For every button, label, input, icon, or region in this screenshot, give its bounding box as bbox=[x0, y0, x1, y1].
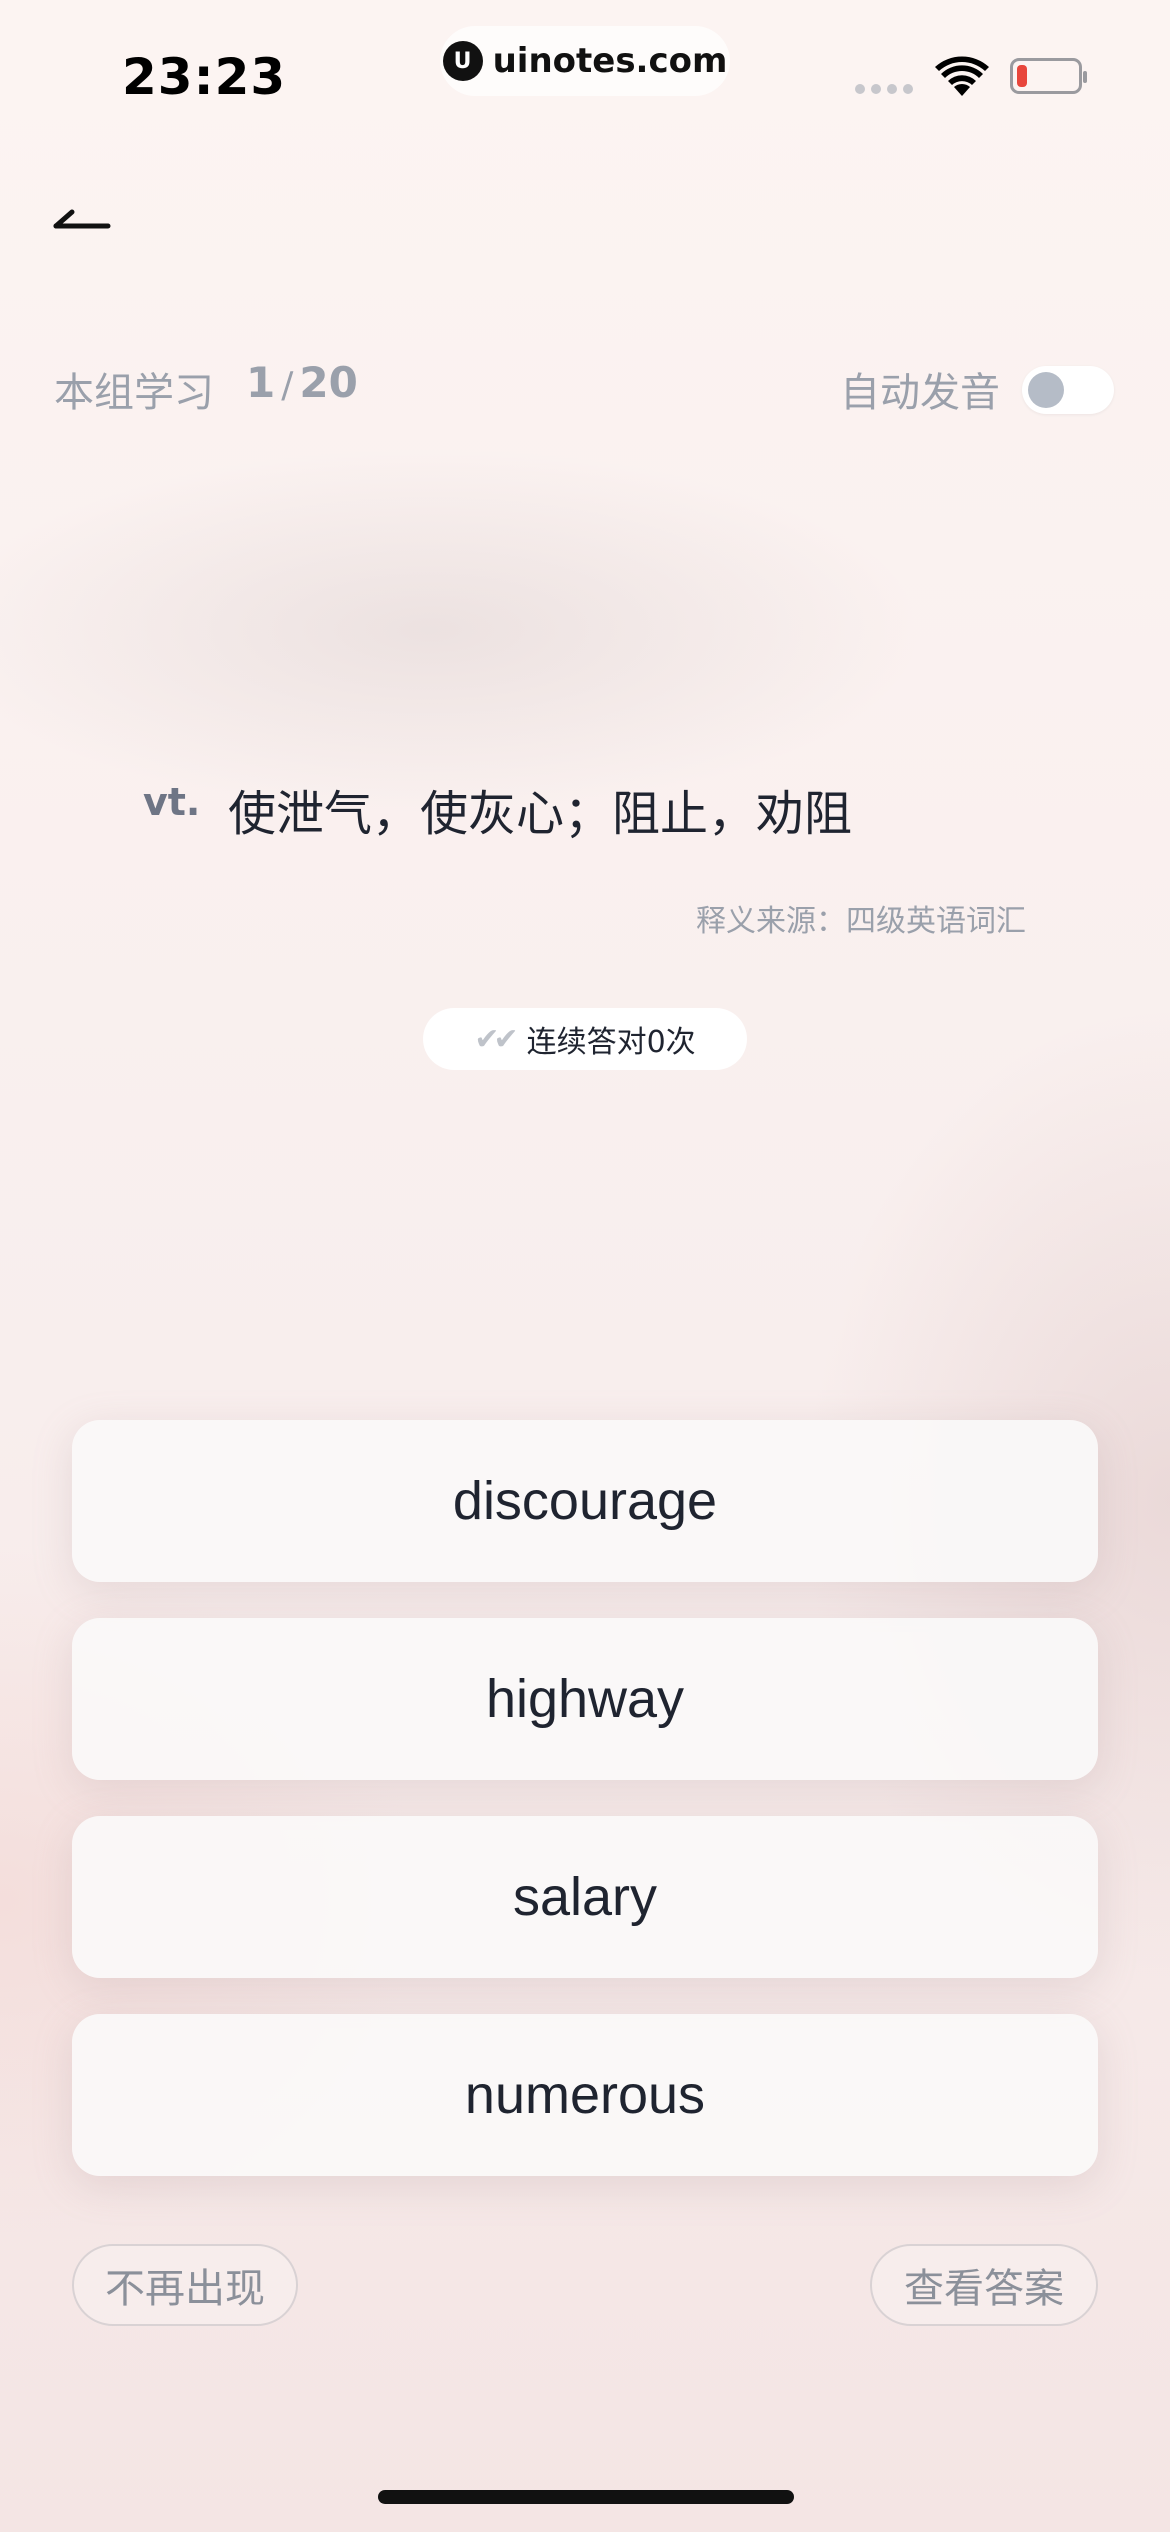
toggle-knob bbox=[1028, 372, 1064, 408]
option-button[interactable]: highway bbox=[72, 1618, 1098, 1780]
cellular-signal-icon bbox=[855, 84, 913, 94]
wifi-icon bbox=[935, 56, 989, 96]
home-indicator[interactable] bbox=[378, 2490, 794, 2504]
url-text: uinotes.com bbox=[492, 41, 728, 81]
back-arrow-icon[interactable] bbox=[52, 200, 122, 250]
hide-word-button[interactable]: 不再出现 bbox=[72, 2244, 298, 2326]
progress-label: 本组学习 bbox=[54, 370, 214, 416]
progress-current: 1 bbox=[246, 358, 276, 407]
status-time: 23:23 bbox=[122, 48, 287, 106]
option-button[interactable]: salary bbox=[72, 1816, 1098, 1978]
url-pill: U uinotes.com bbox=[440, 26, 730, 96]
streak-badge: ✔✔ 连续答对0次 bbox=[423, 1008, 747, 1070]
site-logo-icon: U bbox=[442, 41, 483, 81]
option-button[interactable]: discourage bbox=[72, 1420, 1098, 1582]
progress-separator: / bbox=[281, 365, 294, 406]
auto-pronounce-label: 自动发音 bbox=[840, 370, 1000, 416]
battery-icon bbox=[1010, 58, 1087, 94]
auto-pronounce-toggle[interactable] bbox=[1022, 366, 1114, 414]
option-button[interactable]: numerous bbox=[72, 2014, 1098, 2176]
progress-count: 1/20 bbox=[246, 358, 358, 407]
definition-source: 释义来源：四级英语词汇 bbox=[696, 904, 1026, 939]
streak-text: 连续答对0次 bbox=[526, 1025, 696, 1060]
double-check-icon: ✔✔ bbox=[474, 1021, 518, 1057]
show-answer-button[interactable]: 查看答案 bbox=[870, 2244, 1098, 2326]
word-meaning: 使泄气，使灰心；阻止，劝阻 bbox=[228, 786, 853, 842]
progress-total: 20 bbox=[299, 358, 358, 407]
part-of-speech: vt. bbox=[143, 780, 201, 824]
